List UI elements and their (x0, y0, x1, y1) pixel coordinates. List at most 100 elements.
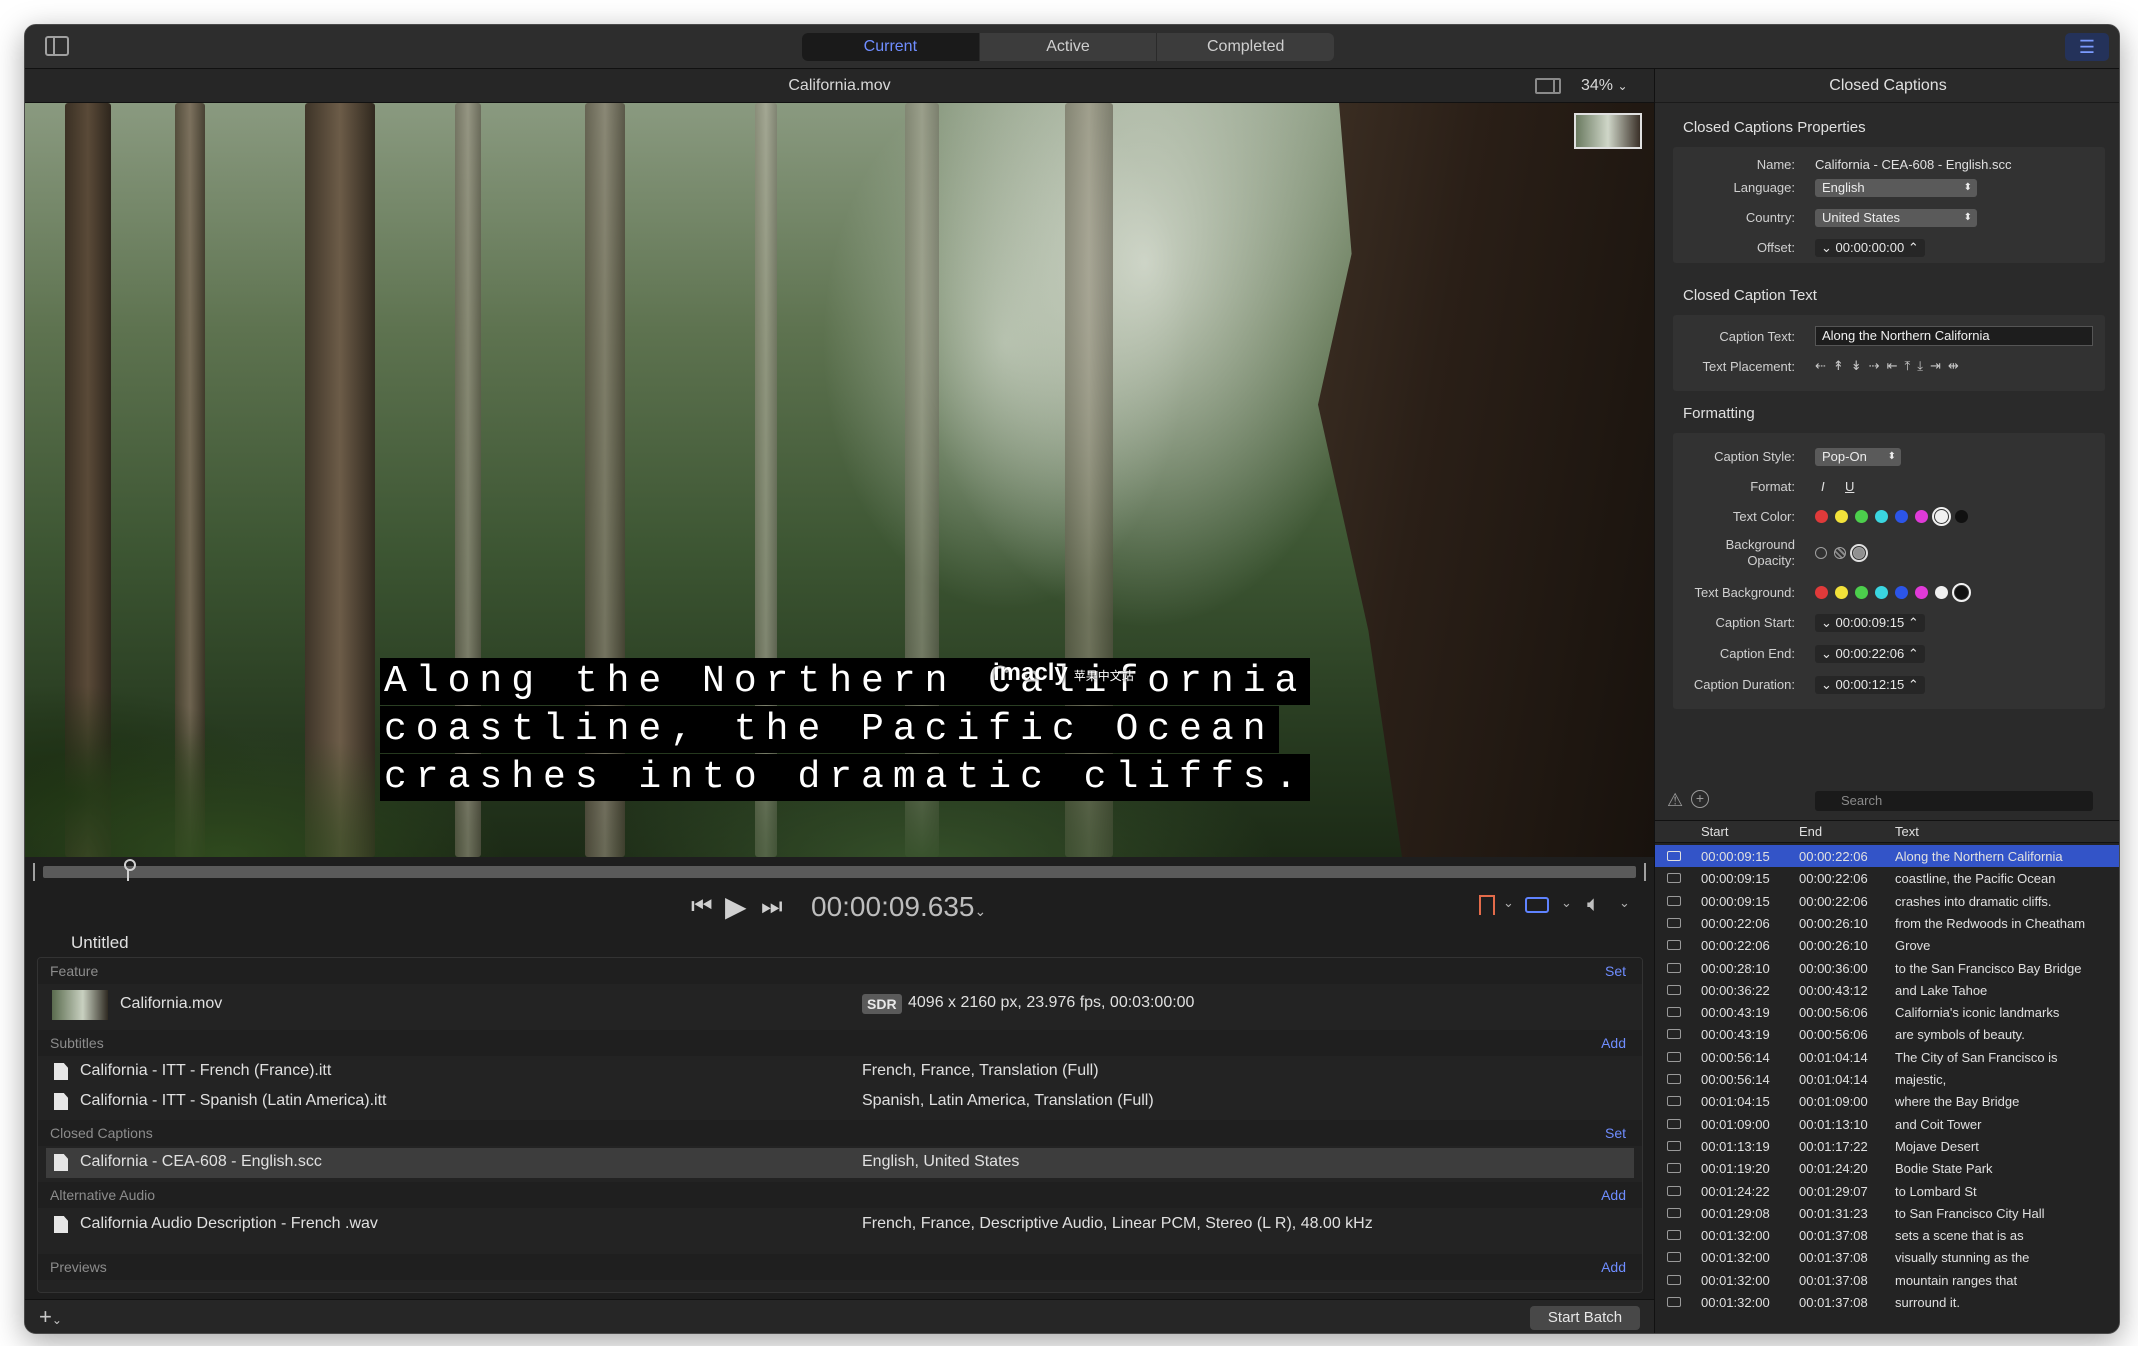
caption-icon (1667, 1163, 1681, 1174)
caption-end-stepper[interactable]: ⌄ 00:00:22:06 ⌃ (1815, 645, 1925, 663)
caption-row[interactable]: 00:00:22:06 00:00:26:10 Grove (1655, 934, 2119, 956)
caption-start-stepper[interactable]: ⌄ 00:00:09:15 ⌃ (1815, 614, 1925, 632)
closed-captions-set-button[interactable]: Set (1605, 1125, 1626, 1141)
opacity-solid-option[interactable] (1850, 544, 1868, 562)
text-placement-buttons[interactable]: ⇠↟↡⇢⇤⤒⤓⇥⇹ (1815, 358, 1966, 374)
skip-forward-icon[interactable]: ⏭ (761, 891, 783, 923)
timecode-display[interactable]: 00:00:09.635⌄ (811, 889, 986, 929)
caption-row[interactable]: 00:01:13:19 00:01:17:22 Mojave Desert (1655, 1135, 2119, 1157)
caption-start: 00:01:29:08 (1701, 1205, 1770, 1221)
in-point-marker[interactable] (33, 863, 35, 881)
caption-start: 00:01:13:19 (1701, 1138, 1770, 1154)
text-color-swatch[interactable] (1835, 510, 1848, 523)
caption-duration-stepper[interactable]: ⌄ 00:00:12:15 ⌃ (1815, 676, 1925, 694)
caption-row[interactable]: 00:00:22:06 00:00:26:10 from the Redwoods … (1655, 912, 2119, 934)
caption-row[interactable]: 00:01:32:00 00:01:37:08 surround it. (1655, 1291, 2119, 1313)
caption-style-popup[interactable]: Pop-On ⬍ (1815, 448, 1901, 466)
caption-search-input[interactable]: Search (1815, 791, 2093, 811)
marker-icon[interactable] (1479, 895, 1495, 917)
caption-text: Grove (1895, 938, 1931, 954)
previews-add-button[interactable]: Add (1601, 1259, 1626, 1275)
offset-stepper[interactable]: ⌄ 00:00:00:00 ⌃ (1815, 239, 1925, 257)
skip-back-icon[interactable]: ⏮ (691, 891, 713, 923)
end-column-header[interactable]: End (1799, 824, 1822, 839)
caption-row[interactable]: 00:00:09:15 00:00:22:06 Along the Northern… (1655, 845, 2119, 867)
caption-row[interactable]: 00:00:56:14 00:01:04:14 The City of San Fr… (1655, 1046, 2119, 1068)
subtitles-add-button[interactable]: Add (1601, 1035, 1626, 1051)
tab-current[interactable]: Current (802, 33, 980, 61)
warning-icon[interactable]: ⚠︎ (1667, 790, 1683, 811)
opacity-transparent-option[interactable] (1815, 547, 1827, 559)
tab-active[interactable]: Active (980, 33, 1158, 61)
caption-row[interactable]: 00:00:28:10 00:00:36:00 to the San Francis… (1655, 957, 2119, 979)
caption-start: 00:01:32:00 (1701, 1250, 1770, 1266)
text-background-swatch[interactable] (1815, 586, 1828, 599)
caption-row[interactable]: 00:01:32:00 00:01:37:08 sets a scene that … (1655, 1224, 2119, 1246)
text-background-swatch[interactable] (1952, 583, 1971, 602)
text-color-swatch[interactable] (1875, 510, 1888, 523)
add-caption-icon[interactable]: + (1691, 790, 1709, 808)
viewer-layout-icon[interactable] (1535, 78, 1561, 94)
video-viewer[interactable]: Along the Northern California coastline,… (25, 103, 1654, 857)
captions-icon[interactable] (1525, 897, 1549, 913)
caption-row[interactable]: 00:01:19:20 00:01:24:20 Bodie State Park (1655, 1157, 2119, 1179)
country-popup[interactable]: United States ⬍ (1815, 209, 1977, 227)
opacity-translucent-option[interactable] (1834, 547, 1846, 559)
caption-row[interactable]: 00:01:09:00 00:01:13:10 and Coit Tower (1655, 1113, 2119, 1135)
sidebar-toggle-icon[interactable] (45, 36, 69, 56)
text-background-swatch[interactable] (1835, 586, 1848, 599)
caption-row[interactable]: 00:00:09:15 00:00:22:06 coastline, the Pac… (1655, 867, 2119, 889)
chevron-down-icon[interactable]: ⌄ (1561, 895, 1572, 911)
caption-row[interactable]: 00:00:56:14 00:01:04:14 majestic, (1655, 1068, 2119, 1090)
caption-row[interactable]: 00:01:29:08 00:01:31:23 to San Francisco C… (1655, 1202, 2119, 1224)
text-background-swatch[interactable] (1935, 586, 1948, 599)
text-color-swatch[interactable] (1955, 510, 1968, 523)
alt-audio-row[interactable]: California Audio Description - French .w… (46, 1210, 1634, 1240)
chevron-down-icon[interactable]: ⌄ (1503, 895, 1514, 911)
text-background-swatch[interactable] (1875, 586, 1888, 599)
caption-row[interactable]: 00:00:36:22 00:00:43:12 and Lake Tahoe (1655, 979, 2119, 1001)
inspector-toggle-button[interactable]: ☰ (2065, 33, 2109, 61)
section-label: Closed Captions (50, 1125, 153, 1141)
playhead[interactable] (122, 859, 137, 883)
alt-audio-add-button[interactable]: Add (1601, 1187, 1626, 1203)
text-color-swatch[interactable] (1932, 507, 1951, 526)
underline-button[interactable]: U (1845, 479, 1854, 494)
caption-row[interactable]: 00:01:04:15 00:01:09:00 where the Bay Brid… (1655, 1090, 2119, 1112)
speaker-icon[interactable]: 🔈︎ (1587, 891, 1600, 917)
chevron-down-icon[interactable]: ⌄ (1619, 895, 1630, 911)
start-column-header[interactable]: Start (1701, 824, 1728, 839)
caption-text-field[interactable]: Along the Northern California (1815, 326, 2093, 346)
caption-row[interactable]: 00:00:43:19 00:00:56:06 are symbols of bea… (1655, 1023, 2119, 1045)
timeline-scrubber[interactable] (25, 857, 1654, 885)
sdr-badge: SDR (862, 994, 902, 1014)
caption-row[interactable]: 00:01:32:00 00:01:37:08 mountain ranges th… (1655, 1269, 2119, 1291)
text-color-swatch[interactable] (1855, 510, 1868, 523)
feature-row[interactable]: California.mov SDR 4096 x 2160 px, 23.97… (46, 986, 1634, 1024)
text-color-swatch[interactable] (1915, 510, 1928, 523)
out-point-marker[interactable] (1644, 863, 1646, 881)
caption-row[interactable]: 00:00:43:19 00:00:56:06 California's iconi… (1655, 1001, 2119, 1023)
text-column-header[interactable]: Text (1895, 824, 1919, 839)
text-color-swatch[interactable] (1815, 510, 1828, 523)
closed-caption-row[interactable]: California - CEA-608 - English.scc Engli… (46, 1148, 1634, 1178)
add-job-button[interactable]: +⌄ (39, 1304, 62, 1330)
caption-row[interactable]: 00:01:32:00 00:01:37:08 visually stunning … (1655, 1246, 2119, 1268)
caption-text: visually stunning as the (1895, 1250, 2030, 1266)
feature-set-button[interactable]: Set (1605, 963, 1626, 979)
subtitle-row[interactable]: California - ITT - Spanish (Latin Americ… (46, 1087, 1634, 1117)
text-color-swatch[interactable] (1895, 510, 1908, 523)
subtitle-row[interactable]: California - ITT - French (France).itt F… (46, 1057, 1634, 1087)
caption-row[interactable]: 00:00:09:15 00:00:22:06 crashes into drama… (1655, 890, 2119, 912)
text-background-swatch[interactable] (1915, 586, 1928, 599)
zoom-popup[interactable]: 34% ⌄ (1581, 69, 1628, 103)
language-popup[interactable]: English ⬍ (1815, 179, 1977, 197)
tab-completed[interactable]: Completed (1157, 33, 1334, 61)
scrub-track[interactable] (43, 866, 1636, 878)
italic-button[interactable]: I (1821, 479, 1825, 494)
text-background-swatch[interactable] (1895, 586, 1908, 599)
start-batch-button[interactable]: Start Batch (1530, 1306, 1640, 1330)
text-background-swatch[interactable] (1855, 586, 1868, 599)
play-icon[interactable]: ▶ (725, 891, 747, 923)
caption-row[interactable]: 00:01:24:22 00:01:29:07 to Lombard St (1655, 1180, 2119, 1202)
